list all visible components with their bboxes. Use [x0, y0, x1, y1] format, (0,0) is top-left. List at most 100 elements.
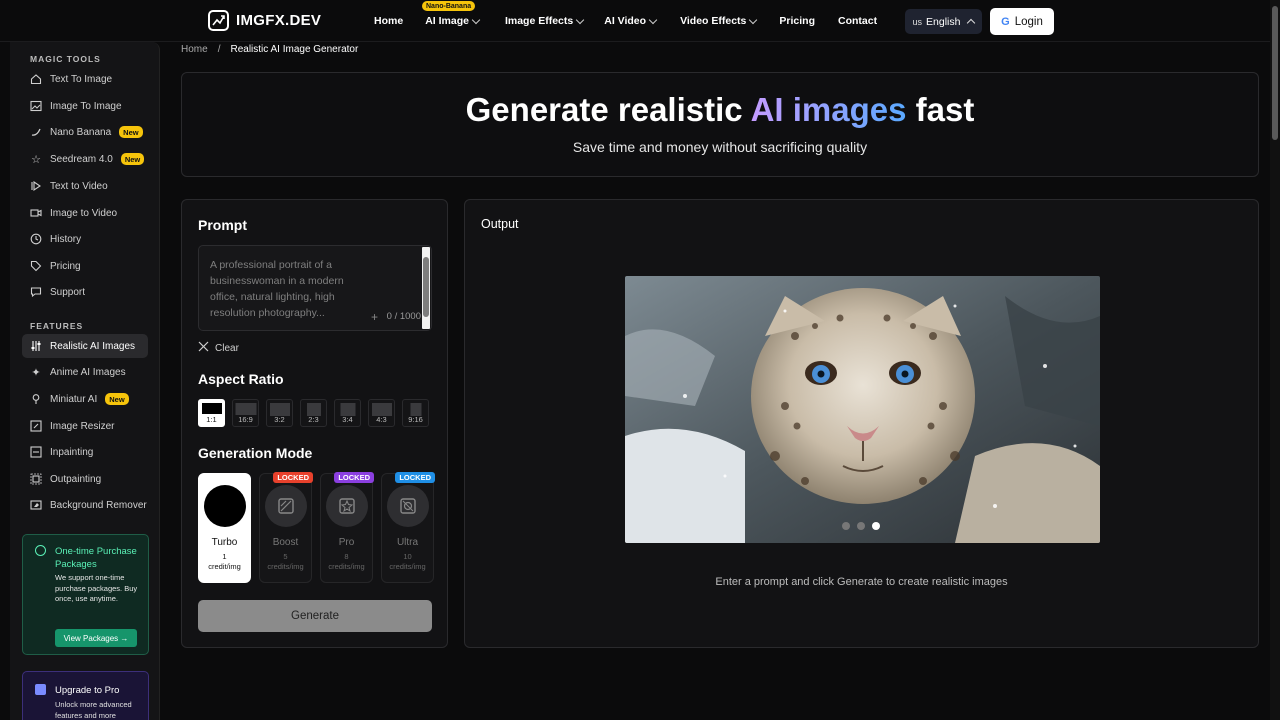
ratio-option-9-16[interactable]: 9:16 — [402, 399, 429, 427]
sidebar-item-anime-ai-images[interactable]: ✦ Anime AI Images — [22, 360, 148, 384]
sidebar-item-miniatur-ai[interactable]: Miniatur AI New — [22, 387, 148, 411]
ratio-option-2-3[interactable]: 2:3 — [300, 399, 327, 427]
ratio-label: 9:16 — [408, 415, 423, 424]
ratio-option-3-2[interactable]: 3:2 — [266, 399, 293, 427]
ratio-label: 4:3 — [376, 415, 387, 424]
prompt-heading: Prompt — [198, 217, 247, 233]
mode-pro[interactable]: LOCKED Pro 8 credits/img — [320, 472, 374, 583]
plus-icon[interactable]: + — [371, 310, 378, 324]
breadcrumb: Home / Realistic AI Image Generator — [181, 44, 358, 55]
generate-button[interactable]: Generate — [198, 600, 432, 632]
carousel-dot[interactable] — [857, 522, 865, 530]
credit-unit: credits/img — [389, 562, 426, 571]
close-icon — [198, 341, 209, 355]
breadcrumb-home[interactable]: Home — [181, 44, 208, 55]
title-highlight: AI images — [750, 91, 907, 128]
sidebar-item-seedream[interactable]: ☆ Seedream 4.0 New — [22, 147, 148, 171]
upgrade-promo-card[interactable]: Upgrade to Pro Unlock more advanced feat… — [22, 671, 149, 720]
nav-contact-label: Contact — [837, 15, 878, 27]
clear-button[interactable]: Clear — [198, 341, 239, 355]
scrollbar-thumb[interactable] — [1272, 6, 1278, 140]
ratio-label: 1:1 — [206, 415, 217, 424]
nav-image-effects[interactable]: Image Effects — [505, 15, 585, 27]
sidebar-item-image-to-video[interactable]: Image to Video — [22, 201, 148, 225]
sidebar-item-label: Inpainting — [50, 446, 94, 458]
mode-name: Turbo — [211, 537, 238, 548]
sidebar-item-realistic-ai-images[interactable]: Realistic AI Images — [22, 334, 148, 358]
output-heading: Output — [481, 217, 519, 231]
prompt-placeholder: A professional portrait of a businesswom… — [210, 259, 344, 319]
scrollbar-thumb[interactable] — [423, 257, 429, 317]
sidebar-item-label: Nano Banana — [50, 126, 112, 138]
carousel-dot-active[interactable] — [872, 522, 880, 530]
sidebar-item-support[interactable]: Support — [22, 280, 148, 304]
sliders-icon — [30, 340, 42, 352]
sidebar-item-label: Pricing — [50, 260, 81, 272]
carousel-dots — [842, 522, 880, 530]
new-badge: New — [120, 153, 145, 165]
star-icon: ☆ — [31, 153, 41, 166]
language-selector[interactable]: us English — [905, 9, 982, 34]
nav-ai-video[interactable]: AI Video — [604, 15, 658, 27]
eraser-icon — [30, 499, 42, 511]
sidebar-item-pricing[interactable]: Pricing — [22, 254, 148, 278]
main-nav: Home AI Image Image Effects AI Video Vid… — [374, 15, 877, 27]
ratio-option-16-9[interactable]: 16:9 — [232, 399, 259, 427]
mode-turbo[interactable]: Turbo 1 credit/img — [198, 473, 251, 583]
ratio-option-3-4[interactable]: 3:4 — [334, 399, 361, 427]
page-scrollbar[interactable] — [1270, 0, 1280, 720]
view-packages-button[interactable]: View Packages → — [55, 629, 137, 647]
sidebar-item-label: Anime AI Images — [50, 366, 126, 378]
carousel-dot[interactable] — [842, 522, 850, 530]
nav-home[interactable]: Home — [374, 15, 403, 27]
sidebar-item-background-remover[interactable]: Background Remover — [22, 493, 148, 517]
chevron-up-icon — [967, 18, 976, 28]
ratio-option-1-1[interactable]: 1:1 — [198, 399, 225, 427]
flag-icon: us — [912, 16, 923, 27]
ratio-option-4-3[interactable]: 4:3 — [368, 399, 395, 427]
sidebar-item-text-to-image[interactable]: Text To Image — [22, 67, 148, 91]
nav-pricing[interactable]: Pricing — [779, 15, 815, 27]
brush-icon — [30, 446, 42, 458]
sidebar-item-outpainting[interactable]: Outpainting — [22, 467, 148, 491]
settings-panel: Prompt A professional portrait of a busi… — [181, 199, 448, 648]
nav-ai-image[interactable]: AI Image — [425, 15, 481, 27]
sidebar-item-label: Image Resizer — [50, 420, 115, 432]
sidebar-item-nano-banana[interactable]: Nano Banana New — [22, 120, 148, 144]
magic-tools-title: MAGIC TOOLS — [30, 54, 101, 64]
locked-badge: LOCKED — [395, 472, 435, 483]
brand-name: IMGFX.DEV — [236, 12, 322, 29]
clock-icon — [35, 545, 46, 556]
login-button[interactable]: G Login — [990, 8, 1054, 35]
sidebar-item-label: Miniatur AI — [50, 393, 98, 405]
credit-amount: 5 — [283, 552, 288, 561]
mode-name: Pro — [338, 537, 355, 548]
mode-ultra[interactable]: LOCKED Ultra 10 credits/img — [381, 472, 435, 583]
brand-logo[interactable]: IMGFX.DEV — [208, 10, 321, 31]
mode-boost[interactable]: LOCKED Boost 5 credits/img — [259, 472, 313, 583]
nav-video-effects[interactable]: Video Effects — [680, 15, 758, 27]
banana-icon — [30, 126, 42, 138]
sidebar-item-image-resizer[interactable]: Image Resizer — [22, 414, 148, 438]
sidebar-item-image-to-image[interactable]: Image To Image — [22, 94, 148, 118]
sidebar-item-history[interactable]: History — [22, 227, 148, 251]
prompt-scrollbar[interactable] — [422, 247, 430, 329]
nav-pricing-label: Pricing — [779, 15, 815, 27]
google-icon: G — [1001, 15, 1010, 28]
promo-desc: We support one-time purchase packages. B… — [55, 573, 138, 603]
sparkle-icon: ✦ — [31, 366, 41, 379]
sidebar-item-inpainting[interactable]: Inpainting — [22, 440, 148, 464]
nav-contact[interactable]: Contact — [838, 15, 877, 27]
crown-icon — [35, 684, 46, 695]
title-start: Generate realistic — [465, 91, 751, 128]
image-icon — [30, 100, 42, 112]
breadcrumb-current: Realistic AI Image Generator — [230, 44, 359, 55]
chevron-down-icon — [648, 15, 658, 24]
top-navbar: IMGFX.DEV Home AI Image Image Effects AI… — [0, 0, 1270, 42]
prompt-input[interactable]: A professional portrait of a businesswom… — [198, 245, 432, 331]
sidebar-item-text-to-video[interactable]: Text to Video — [22, 174, 148, 198]
ratio-shape — [201, 403, 222, 414]
turbo-icon — [204, 485, 246, 527]
aspect-ratio-heading: Aspect Ratio — [198, 371, 284, 387]
output-panel: Output Enter a prompt and click Generate… — [464, 199, 1259, 648]
